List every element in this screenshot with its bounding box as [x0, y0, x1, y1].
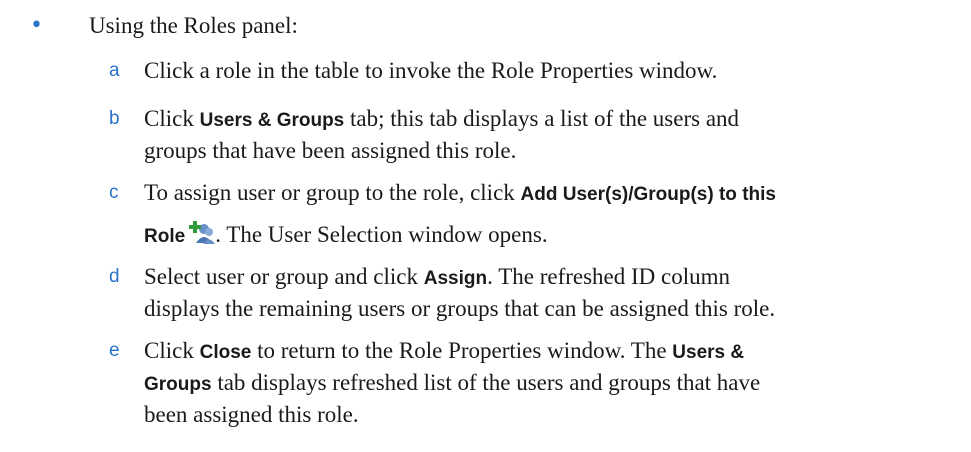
step-a-line-1: Click a role in the table to invoke the … [144, 58, 718, 83]
step-text: Select user or group and click Assign. T… [144, 262, 971, 324]
ui-term-users-and: Users & [672, 342, 745, 363]
text-run: tab displays refreshed list of the users… [211, 370, 761, 395]
text-run: tab; this tab displays a list of the use… [344, 106, 740, 131]
ui-term-add-users-groups: Add User(s)/Group(s) to this [520, 184, 776, 205]
text-run: To assign user or group to the role, cli… [144, 180, 521, 205]
step-d-line-2: displays the remaining users or groups t… [144, 296, 776, 321]
text-run: . The refreshed ID column [487, 264, 731, 289]
text-run: Click [144, 338, 200, 363]
bullet-dot: • [30, 13, 43, 38]
text-run: . The User Selection window opens. [215, 222, 548, 247]
step-text: Click Users & Groups tab; this tab displ… [144, 104, 971, 166]
ui-term-users-groups: Users & Groups [199, 110, 345, 131]
ui-term-assign: Assign [423, 268, 488, 289]
step-letter: a [109, 60, 120, 81]
step-e-line-1: Click Close to return to the Role Proper… [144, 336, 971, 368]
document-page: • Using the Roles panel: a Click a role … [0, 0, 971, 452]
add-users-to-role-icon [189, 221, 216, 245]
step-letter: c [109, 182, 119, 203]
text-run: Click [144, 106, 200, 131]
bullet-intro-text: Using the Roles panel: [89, 13, 298, 38]
ui-term-close: Close [199, 342, 252, 363]
text-run: to return to the Role Properties window.… [251, 338, 673, 363]
step-b-line-1: Click Users & Groups tab; this tab displ… [144, 104, 971, 136]
step-letter: d [109, 266, 120, 287]
step-b-line-2: groups that have been assigned this role… [144, 138, 517, 163]
step-c-line-1: To assign user or group to the role, cli… [144, 178, 971, 210]
step-d-line-1: Select user or group and click Assign. T… [144, 262, 971, 294]
step-text: Click Close to return to the Role Proper… [144, 336, 971, 430]
ui-term-groups: Groups [144, 374, 212, 395]
step-letter: b [109, 108, 120, 129]
step-c-line-2: Role . The User Selection window opens. [144, 220, 971, 252]
text-run: Select user or group and click [144, 264, 424, 289]
step-letter: e [109, 340, 120, 361]
ui-term-role: Role [144, 226, 186, 247]
step-text: Click a role in the table to invoke the … [144, 56, 971, 86]
step-e-line-3: been assigned this role. [144, 402, 359, 427]
step-e-line-2: Groups tab displays refreshed list of th… [144, 368, 971, 400]
step-text: To assign user or group to the role, cli… [144, 178, 971, 252]
